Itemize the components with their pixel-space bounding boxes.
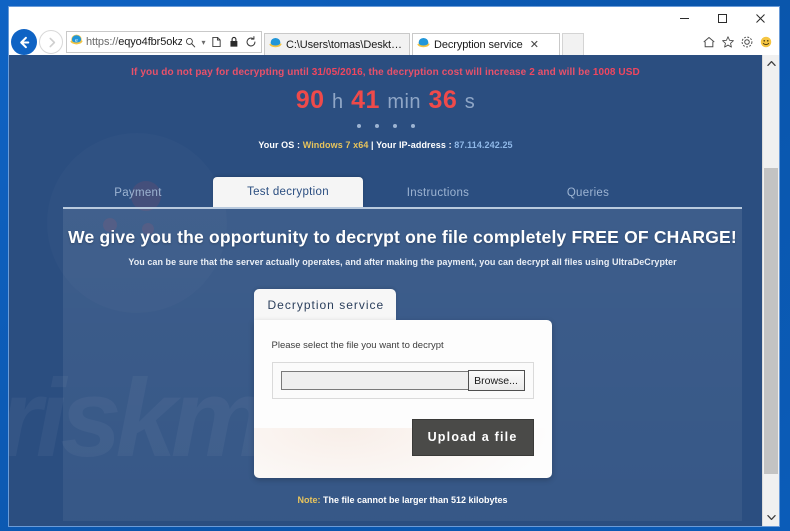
reading-view-icon[interactable]: [208, 32, 225, 52]
address-host: eqyo4fbr5okzaysm.o…: [118, 36, 182, 48]
back-button[interactable]: [11, 29, 37, 55]
timer-minutes: 41: [351, 86, 380, 114]
close-icon[interactable]: ✕: [530, 38, 539, 51]
address-bar[interactable]: e https://eqyo4fbr5okzaysm.o… ▾: [66, 31, 262, 53]
file-upload-row: Browse...: [271, 362, 534, 399]
page-nav-tabs: Payment Test decryption Instructions Que…: [9, 175, 762, 207]
warning-amount: 1008 USD: [592, 67, 640, 78]
upload-button-row: Upload a file: [272, 419, 534, 456]
browser-window: e https://eqyo4fbr5okzaysm.o… ▾: [8, 6, 780, 527]
decorative-dots: [9, 124, 762, 128]
ip-value: 87.114.242.25: [454, 140, 513, 150]
os-label: Your OS :: [258, 140, 301, 150]
file-size-note: Note: The file cannot be larger than 512…: [63, 495, 742, 505]
timer-seconds: 36: [428, 86, 458, 114]
settings-gear-icon[interactable]: [738, 34, 755, 51]
upload-file-button[interactable]: Upload a file: [411, 419, 534, 456]
timer-minutes-unit: min: [387, 91, 422, 113]
maximize-button[interactable]: [703, 8, 741, 29]
browse-button[interactable]: Browse...: [467, 370, 525, 391]
content-panel: We give you the opportunity to decrypt o…: [63, 207, 742, 521]
page-viewport: riskm If you do not pay for decrypting u…: [9, 55, 779, 526]
browser-toolbar-icons: [694, 29, 777, 55]
vertical-scrollbar[interactable]: [762, 55, 779, 526]
internet-explorer-icon: [417, 36, 430, 54]
scrollbar-track[interactable]: [763, 72, 779, 509]
system-info-line: Your OS : Windows 7 x64 | Your IP-addres…: [9, 140, 762, 150]
close-button[interactable]: [741, 8, 779, 29]
note-keyword: Note:: [297, 495, 321, 505]
scroll-down-arrow-icon[interactable]: [763, 509, 779, 526]
warning-suffix: and will be: [534, 67, 593, 78]
forward-button[interactable]: [39, 30, 63, 54]
nav-tab-payment[interactable]: Payment: [63, 187, 213, 207]
favorites-star-icon[interactable]: [719, 34, 736, 51]
dot: [392, 124, 397, 128]
home-icon[interactable]: [700, 34, 717, 51]
tab-local-file[interactable]: C:\Users\tomas\Desktop\2016-…: [264, 33, 410, 55]
internet-explorer-icon: e: [70, 33, 83, 51]
decryption-card-wrapper: Decryption service Please select the fil…: [253, 289, 552, 478]
nav-tab-queries[interactable]: Queries: [513, 187, 663, 207]
note-text: The file cannot be larger than 512 kilob…: [320, 495, 508, 505]
tab-decryption-service[interactable]: Decryption service ✕: [412, 33, 560, 55]
search-icon[interactable]: [182, 32, 199, 52]
os-value: Windows 7 x64: [302, 140, 369, 150]
new-tab-button[interactable]: [562, 33, 584, 55]
lock-icon: [225, 32, 242, 52]
file-select-instruction: Please select the file you want to decry…: [271, 340, 444, 351]
card-tab-title: Decryption service: [253, 289, 396, 320]
nav-tab-test-decryption[interactable]: Test decryption: [213, 177, 363, 207]
address-scheme: https://: [86, 36, 119, 48]
warning-middle: , the decryption cost will increase: [362, 67, 530, 78]
navigation-bar: e https://eqyo4fbr5okzaysm.o… ▾: [9, 29, 779, 55]
dot: [410, 124, 415, 128]
dot: [374, 124, 379, 128]
internet-explorer-icon: [269, 36, 282, 54]
chevron-down-icon[interactable]: ▾: [199, 32, 208, 52]
file-path-input[interactable]: [280, 371, 469, 390]
tab-title: C:\Users\tomas\Desktop\2016-…: [286, 38, 404, 51]
timer-hours: 90: [295, 86, 325, 114]
nav-tab-instructions[interactable]: Instructions: [363, 187, 513, 207]
ip-label: Your IP-address :: [376, 140, 452, 150]
payment-deadline-warning: If you do not pay for decrypting until 3…: [9, 55, 762, 78]
desktop-background: e https://eqyo4fbr5okzaysm.o… ▾: [0, 0, 790, 531]
page-headline: We give you the opportunity to decrypt o…: [68, 227, 737, 247]
tab-strip: C:\Users\tomas\Desktop\2016-… Decryption…: [262, 29, 694, 55]
warning-deadline: 31/05/2016: [311, 67, 363, 78]
address-text: https://eqyo4fbr5okzaysm.o…: [86, 36, 182, 48]
tab-title: Decryption service: [434, 38, 523, 51]
title-bar: [9, 7, 779, 29]
smiley-feedback-icon[interactable]: [757, 34, 774, 51]
countdown-timer: 90 h 41 min 36 s: [9, 86, 762, 115]
dot: [356, 124, 361, 128]
refresh-icon[interactable]: [242, 32, 259, 52]
scroll-up-arrow-icon[interactable]: [763, 55, 779, 72]
minimize-button[interactable]: [665, 8, 703, 29]
decryption-service-card: Please select the file you want to decry…: [253, 320, 552, 478]
page-subheadline: You can be sure that the server actually…: [128, 257, 677, 267]
ransom-page: riskm If you do not pay for decrypting u…: [9, 55, 762, 526]
info-separator: |: [371, 140, 374, 150]
warning-prefix: If you do not pay for decrypting until: [131, 67, 312, 78]
svg-text:e: e: [75, 38, 78, 44]
scrollbar-thumb[interactable]: [764, 168, 778, 474]
timer-seconds-unit: s: [464, 91, 476, 113]
timer-hours-unit: h: [331, 91, 344, 113]
